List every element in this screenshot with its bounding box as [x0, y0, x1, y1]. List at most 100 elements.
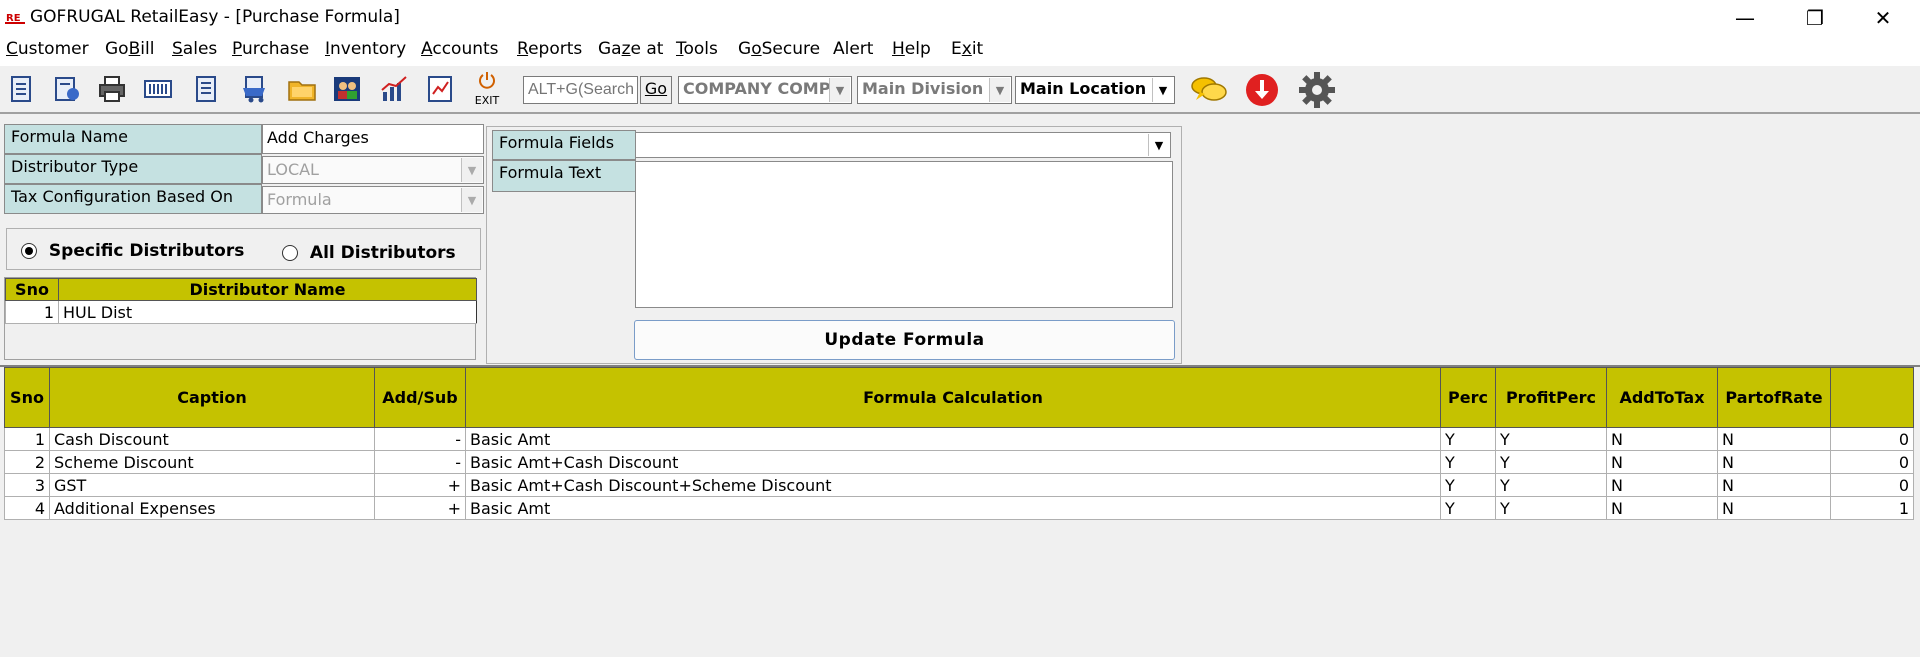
barcode-icon[interactable] — [143, 74, 173, 104]
print-icon[interactable] — [97, 74, 127, 104]
cell-add-sub: + — [374, 473, 466, 497]
radio-all-distributors[interactable]: All Distributors — [282, 243, 456, 263]
report-icon[interactable] — [191, 74, 221, 104]
col-perc: Perc — [1440, 367, 1496, 428]
menu-accounts[interactable]: Accounts — [421, 39, 499, 59]
chevron-down-icon: ▼ — [829, 78, 850, 102]
menu-reports[interactable]: Reports — [517, 39, 582, 59]
col-add-sub: Add/Sub — [374, 367, 466, 428]
bill-icon[interactable] — [52, 74, 82, 104]
restore-button[interactable]: ❐ — [1780, 0, 1850, 36]
formula-grid: Sno Caption Add/Sub Formula Calculation … — [0, 365, 1920, 657]
radio-specific-label: Specific Distributors — [48, 241, 245, 261]
tax-config-select[interactable]: Formula ▼ — [262, 186, 484, 214]
minimize-button[interactable]: — — [1710, 0, 1780, 36]
close-icon: ✕ — [1874, 6, 1892, 30]
chevron-down-icon: ▼ — [461, 188, 482, 212]
title-bar: RE GOFRUGAL RetailEasy - [Purchase Formu… — [0, 0, 1920, 36]
distributor-scope-group: Specific Distributors All Distributors — [6, 228, 481, 270]
cell-add-to-tax: N — [1606, 427, 1718, 451]
radio-checked-icon — [21, 243, 37, 259]
restore-icon: ❐ — [1806, 6, 1824, 30]
menu-help[interactable]: Help — [892, 39, 931, 59]
cell-sno: 1 — [5, 300, 59, 324]
cell-caption: Cash Discount — [49, 427, 375, 451]
menu-bar: Customer GoBill Sales Purchase Inventory… — [0, 36, 1920, 66]
cell-part-of-rate: N — [1717, 450, 1831, 474]
cell-value: 0 — [1830, 450, 1914, 474]
cell-sno: 4 — [4, 496, 50, 520]
cell-perc: Y — [1440, 496, 1496, 520]
cell-formula-calculation: Basic Amt — [465, 427, 1441, 451]
exit-button[interactable]: EXIT — [470, 70, 504, 110]
update-formula-button[interactable]: Update Formula — [634, 320, 1175, 360]
cell-profit-perc: Y — [1495, 427, 1607, 451]
close-button[interactable]: ✕ — [1848, 0, 1918, 36]
cell-caption: GST — [49, 473, 375, 497]
cart-icon[interactable] — [240, 74, 270, 104]
trend-report-icon[interactable] — [425, 74, 455, 104]
division-select[interactable]: Main Division ▼ — [857, 76, 1012, 104]
table-row[interactable]: 1 HUL Dist — [5, 300, 477, 324]
menu-sales[interactable]: Sales — [172, 39, 217, 59]
menu-inventory[interactable]: Inventory — [325, 39, 406, 59]
cell-value: 1 — [1830, 496, 1914, 520]
menu-gobill[interactable]: GoBill — [105, 39, 154, 59]
menu-gosecure[interactable]: GoSecure — [738, 39, 820, 59]
exit-label: EXIT — [474, 94, 500, 107]
table-row[interactable]: 4 Additional Expenses + Basic Amt Y Y N N 1 — [4, 496, 1914, 520]
company-select[interactable]: COMPANY COMPA ▼ — [678, 76, 852, 104]
table-row[interactable]: 3 GST + Basic Amt+Cash Discount+Scheme Disc… — [4, 473, 1914, 497]
menu-exit[interactable]: Exit — [951, 39, 983, 59]
menu-customer[interactable]: Customer — [6, 39, 89, 59]
cell-profit-perc: Y — [1495, 450, 1607, 474]
menu-alert[interactable]: Alert — [833, 39, 873, 59]
gear-icon[interactable] — [1298, 71, 1336, 109]
download-alert-icon[interactable] — [1245, 73, 1279, 107]
col-formula-calculation: Formula Calculation — [465, 367, 1441, 428]
formula-fields-select[interactable]: ▼ — [635, 132, 1171, 158]
cell-caption: Scheme Discount — [49, 450, 375, 474]
chat-icon[interactable] — [1190, 74, 1228, 106]
distributor-type-select[interactable]: LOCAL ▼ — [262, 156, 484, 184]
toolbar: EXIT Go COMPANY COMPA ▼ Main Division ▼ … — [0, 66, 1920, 114]
search-input[interactable] — [523, 76, 638, 104]
formula-name-input[interactable]: Add Charges — [262, 124, 484, 154]
location-select[interactable]: Main Location ▼ — [1015, 76, 1175, 104]
chevron-down-icon: ▼ — [461, 158, 482, 182]
col-distributor-name: Distributor Name — [58, 278, 477, 301]
col-sno: Sno — [4, 367, 50, 428]
document-icon[interactable] — [7, 74, 37, 104]
distributor-grid: Sno Distributor Name 1 HUL Dist — [4, 277, 477, 360]
cell-distributor-name: HUL Dist — [58, 300, 477, 324]
table-row[interactable]: 2 Scheme Discount - Basic Amt+Cash Discount… — [4, 450, 1914, 474]
distributor-type-value: LOCAL — [267, 160, 319, 179]
cell-add-to-tax: N — [1606, 496, 1718, 520]
menu-tools[interactable]: Tools — [676, 39, 718, 59]
cell-perc: Y — [1440, 427, 1496, 451]
cell-add-sub: - — [374, 450, 466, 474]
cell-part-of-rate: N — [1717, 473, 1831, 497]
folder-icon[interactable] — [287, 74, 317, 104]
cell-add-sub: + — [374, 496, 466, 520]
col-add-to-tax: AddToTax — [1606, 367, 1718, 428]
cell-caption: Additional Expenses — [49, 496, 375, 520]
menu-purchase[interactable]: Purchase — [232, 39, 309, 59]
go-button[interactable]: Go — [640, 76, 672, 104]
chevron-down-icon: ▼ — [1152, 78, 1173, 102]
cell-perc: Y — [1440, 473, 1496, 497]
cell-profit-perc: Y — [1495, 473, 1607, 497]
table-row[interactable]: 1 Cash Discount - Basic Amt Y Y N N 0 — [4, 427, 1914, 451]
cell-sno: 3 — [4, 473, 50, 497]
cell-sno: 1 — [4, 427, 50, 451]
menu-gaze-at[interactable]: Gaze at — [598, 39, 663, 59]
cell-formula-calculation: Basic Amt+Cash Discount — [465, 450, 1441, 474]
chart-icon[interactable] — [379, 74, 409, 104]
company-value: COMPANY COMPA — [683, 79, 842, 98]
formula-fields-label: Formula Fields — [492, 130, 636, 160]
col-extra — [1830, 367, 1914, 428]
app-logo-icon: RE — [5, 11, 25, 24]
users-icon[interactable] — [332, 74, 362, 104]
formula-text-area[interactable] — [635, 161, 1173, 308]
radio-specific-distributors[interactable]: Specific Distributors — [21, 241, 244, 261]
